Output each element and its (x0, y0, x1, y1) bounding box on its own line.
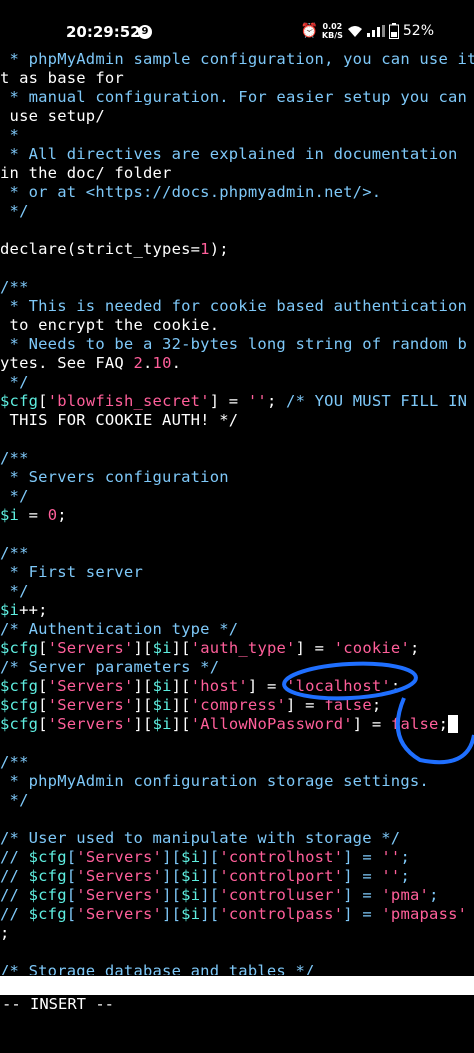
code-line[interactable]: * Needs to be a 32-bytes long string of … (0, 335, 467, 354)
code-line[interactable]: t as base for (0, 69, 124, 88)
code-line[interactable]: $cfg['Servers'][$i]['compress'] = false; (0, 696, 381, 715)
vim-cursor-position: 32,47 (300, 1014, 347, 1032)
code-line[interactable]: /** (0, 544, 29, 563)
code-line[interactable]: to encrypt the cookie. (0, 316, 220, 335)
network-speed-value: 0.02 (322, 22, 343, 31)
code-line[interactable]: $i++; (0, 601, 48, 620)
code-line[interactable]: * phpMyAdmin sample configuration, you c… (0, 50, 474, 69)
code-line[interactable]: /** (0, 449, 29, 468)
code-line[interactable]: */ (0, 487, 29, 506)
code-line[interactable]: /* Authentication type */ (0, 620, 238, 639)
code-line[interactable]: $cfg['blowfish_secret'] = ''; /* YOU MUS… (0, 392, 467, 411)
network-speed-unit: KB/S (321, 31, 343, 40)
code-line[interactable]: $cfg['Servers'][$i]['AllowNoPassword'] =… (0, 715, 458, 734)
code-line[interactable]: $cfg['Servers'][$i]['auth_type'] = 'cook… (0, 639, 420, 658)
code-line[interactable]: * This is needed for cookie based authen… (0, 297, 467, 316)
system-icons: ⏰ 0.02 KB/S 52% (300, 22, 434, 40)
code-line[interactable]: /* Server parameters */ (0, 658, 219, 677)
code-line[interactable]: * Servers configuration (0, 468, 229, 487)
code-line[interactable]: /** (0, 753, 29, 772)
code-line[interactable]: /* User used to manipulate with storage … (0, 829, 400, 848)
code-line[interactable]: */ (0, 582, 29, 601)
code-line[interactable]: declare(strict_types=1); (0, 240, 229, 259)
network-speed: 0.02 KB/S (322, 22, 343, 40)
battery-icon (388, 23, 399, 39)
android-status-bar: 20:29:52 9 ⏰ 0.02 KB/S 52% (0, 0, 474, 46)
clock: 20:29:52 (66, 23, 141, 41)
wifi-icon (347, 25, 362, 37)
code-line[interactable]: // $cfg['Servers'][$i]['controlpass'] = … (0, 905, 467, 924)
code-line[interactable]: */ (0, 791, 29, 810)
notification-count-badge: 9 (138, 25, 152, 39)
code-line[interactable]: $i = 0; (0, 506, 67, 525)
code-line[interactable]: /* Storage database and tables */ (0, 962, 315, 975)
vim-editor-buffer[interactable]: * phpMyAdmin sample configuration, you c… (0, 50, 474, 975)
alarm-icon: ⏰ (300, 23, 318, 39)
code-line[interactable]: */ (0, 202, 29, 221)
battery-percent: 52% (402, 23, 434, 39)
code-line[interactable]: in the doc/ folder (0, 164, 172, 183)
code-line[interactable]: ; (0, 924, 10, 943)
code-line[interactable]: THIS FOR COOKIE AUTH! */ (0, 411, 239, 430)
code-line[interactable]: ytes. See FAQ 2.10. (0, 354, 181, 373)
code-line[interactable]: * First server (0, 563, 143, 582)
vim-file-percent: 1% (453, 1033, 472, 1051)
vim-mode-indicator: -- INSERT -- (2, 995, 114, 1013)
vim-status-line: config.inc.php [+] 32,47 1% (0, 976, 474, 1051)
code-line[interactable]: * All directives are explained in docume… (0, 145, 458, 164)
code-line[interactable]: // $cfg['Servers'][$i]['controluser'] = … (0, 886, 439, 905)
code-line[interactable]: */ (0, 373, 29, 392)
code-line[interactable]: * or at <https://docs.phpmyadmin.net/>. (0, 183, 382, 202)
code-line[interactable]: $cfg['Servers'][$i]['host'] = 'localhost… (0, 677, 400, 696)
code-line[interactable]: * manual configuration. For easier setup… (0, 88, 467, 107)
code-line[interactable]: * (0, 126, 19, 145)
text-cursor (448, 715, 458, 733)
code-line[interactable]: // $cfg['Servers'][$i]['controlport'] = … (0, 867, 410, 886)
code-line[interactable]: // $cfg['Servers'][$i]['controlhost'] = … (0, 848, 410, 867)
code-line[interactable]: /** (0, 278, 29, 297)
code-line[interactable]: use setup/ (0, 107, 105, 126)
code-line[interactable]: * phpMyAdmin configuration storage setti… (0, 772, 429, 791)
signal-icon (366, 25, 385, 37)
